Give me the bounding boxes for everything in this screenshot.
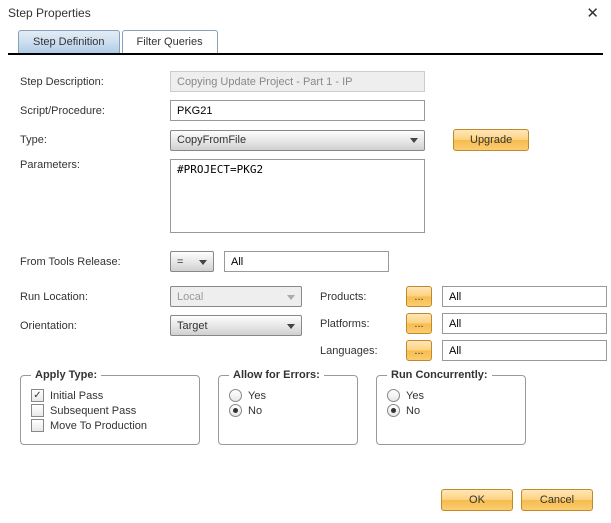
run-location-label: Run Location:	[20, 291, 170, 303]
initial-pass-label: Initial Pass	[50, 390, 103, 402]
step-description-value: Copying Update Project - Part 1 - IP	[170, 71, 425, 92]
tab-filter-queries[interactable]: Filter Queries	[122, 30, 218, 53]
from-tools-release-input[interactable]	[224, 251, 389, 272]
run-concurrently-no-label: No	[406, 405, 420, 417]
allow-for-errors-group: Allow for Errors: Yes No	[218, 369, 358, 445]
type-select[interactable]: CopyFromFile	[170, 130, 425, 151]
platforms-label: Platforms:	[320, 318, 400, 330]
from-tools-release-label: From Tools Release:	[20, 256, 170, 268]
subsequent-pass-label: Subsequent Pass	[50, 405, 136, 417]
script-procedure-input[interactable]	[170, 100, 425, 121]
orientation-label: Orientation:	[20, 320, 170, 332]
languages-label: Languages:	[320, 345, 400, 357]
step-description-label: Step Description:	[20, 76, 170, 88]
run-concurrently-yes-label: Yes	[406, 390, 424, 402]
apply-type-legend: Apply Type:	[31, 369, 101, 381]
from-tools-release-op-select[interactable]: =	[170, 251, 214, 272]
parameters-input[interactable]: #PROJECT=PKG2	[170, 159, 425, 233]
parameters-label: Parameters:	[20, 159, 170, 171]
products-label: Products:	[320, 291, 400, 303]
products-input[interactable]	[442, 286, 607, 307]
subsequent-pass-checkbox[interactable]	[31, 404, 44, 417]
script-procedure-label: Script/Procedure:	[20, 105, 170, 117]
apply-type-group: Apply Type: Initial Pass Subsequent Pass…	[20, 369, 200, 445]
upgrade-button[interactable]: Upgrade	[453, 129, 529, 151]
initial-pass-checkbox[interactable]	[31, 389, 44, 402]
run-concurrently-group: Run Concurrently: Yes No	[376, 369, 526, 445]
allow-errors-no-radio[interactable]	[229, 404, 242, 417]
move-to-production-checkbox[interactable]	[31, 419, 44, 432]
languages-browse-button[interactable]: ...	[406, 340, 432, 361]
run-concurrently-no-radio[interactable]	[387, 404, 400, 417]
platforms-browse-button[interactable]: ...	[406, 313, 432, 334]
platforms-input[interactable]	[442, 313, 607, 334]
close-icon[interactable]: ✕	[582, 4, 603, 22]
window-title: Step Properties	[8, 6, 91, 20]
cancel-button[interactable]: Cancel	[521, 489, 593, 511]
move-to-production-label: Move To Production	[50, 420, 147, 432]
tab-step-definition[interactable]: Step Definition	[18, 30, 120, 53]
run-concurrently-yes-radio[interactable]	[387, 389, 400, 402]
orientation-select[interactable]: Target	[170, 315, 302, 336]
type-label: Type:	[20, 134, 170, 146]
run-location-select: Local	[170, 286, 302, 307]
ok-button[interactable]: OK	[441, 489, 513, 511]
products-browse-button[interactable]: ...	[406, 286, 432, 307]
allow-errors-yes-radio[interactable]	[229, 389, 242, 402]
allow-for-errors-legend: Allow for Errors:	[229, 369, 324, 381]
allow-errors-no-label: No	[248, 405, 262, 417]
languages-input[interactable]	[442, 340, 607, 361]
run-concurrently-legend: Run Concurrently:	[387, 369, 492, 381]
allow-errors-yes-label: Yes	[248, 390, 266, 402]
